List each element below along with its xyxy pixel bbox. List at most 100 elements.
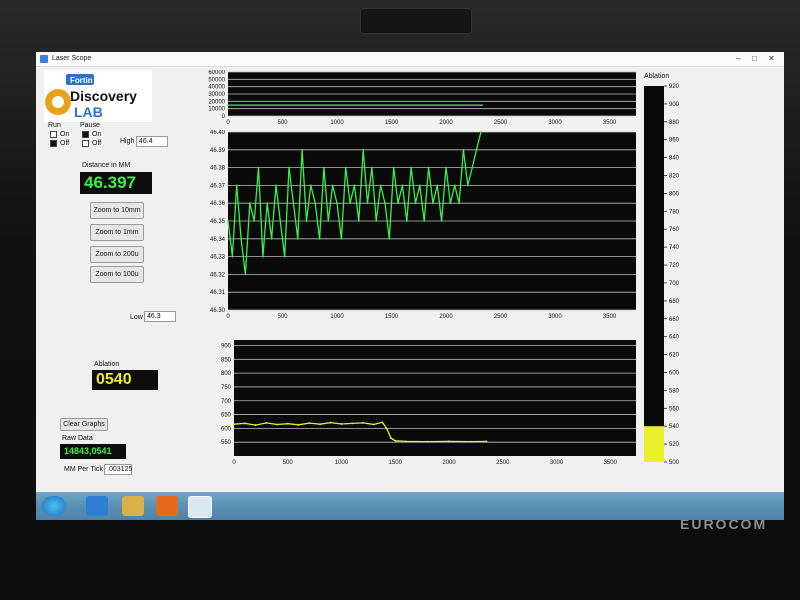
run-off-label: Off xyxy=(60,140,70,147)
data-point xyxy=(323,166,325,169)
data-point xyxy=(436,184,439,187)
y-tick-label: 900 xyxy=(221,344,232,350)
y-tick-label: 60000 xyxy=(208,70,225,76)
x-tick-label: 1500 xyxy=(389,460,403,466)
plot-area xyxy=(234,340,636,456)
data-point xyxy=(351,422,354,425)
minimize-button[interactable]: – xyxy=(736,54,740,63)
y-tick-label: 46.36 xyxy=(210,201,226,207)
low-label: Low xyxy=(130,314,143,321)
y-tick-label: 750 xyxy=(221,385,232,391)
data-point xyxy=(485,440,488,443)
close-button[interactable]: ✕ xyxy=(768,54,775,63)
data-point xyxy=(388,237,391,240)
data-point xyxy=(265,421,268,424)
meter-tick-label: 880 xyxy=(669,120,680,126)
x-tick-label: 500 xyxy=(277,120,288,126)
y-tick-label: 46.33 xyxy=(210,255,226,261)
raw-data-label: Raw Data xyxy=(62,435,93,442)
data-point xyxy=(318,237,321,240)
run-on-checkbox[interactable] xyxy=(50,131,57,138)
data-point xyxy=(296,237,299,240)
high-input[interactable]: 46.4 xyxy=(136,136,168,147)
mm-per-tick-input[interactable]: .003125 xyxy=(104,464,132,475)
high-label: High xyxy=(120,138,135,145)
pause-off-checkbox[interactable] xyxy=(82,140,89,147)
x-tick-label: 2000 xyxy=(439,314,453,320)
data-point xyxy=(305,220,308,222)
data-point xyxy=(292,202,295,205)
data-point xyxy=(414,202,417,205)
data-point xyxy=(392,166,395,169)
data-point xyxy=(266,202,269,205)
meter-tick-label: 680 xyxy=(669,299,680,305)
browser-icon[interactable] xyxy=(86,496,108,516)
data-point xyxy=(427,166,430,169)
x-tick-label: 2500 xyxy=(494,314,508,320)
data-point xyxy=(275,184,277,187)
zoom-10mm-button[interactable]: Zoom to 10mm xyxy=(90,202,144,219)
data-point xyxy=(375,220,378,222)
maximize-button[interactable]: □ xyxy=(752,54,757,63)
data-point xyxy=(270,237,273,240)
data-point xyxy=(449,202,452,205)
data-point xyxy=(479,131,482,133)
data-point xyxy=(462,148,465,151)
zoom-100u-button[interactable]: Zoom to 100u xyxy=(90,266,144,283)
clear-graphs-button[interactable]: Clear Graphs xyxy=(60,418,108,431)
media-player-icon[interactable] xyxy=(156,496,178,516)
data-point xyxy=(426,440,429,443)
y-tick-label: 46.37 xyxy=(210,183,226,189)
data-point xyxy=(445,166,447,169)
x-tick-label: 500 xyxy=(277,314,288,320)
data-point xyxy=(372,423,375,426)
mm-per-tick-label: MM Per Tick xyxy=(64,466,103,473)
data-point xyxy=(344,166,347,169)
x-tick-label: 1500 xyxy=(385,314,399,320)
app-icon xyxy=(40,55,48,63)
x-tick-label: 1000 xyxy=(330,120,344,126)
system-clock[interactable] xyxy=(696,496,756,516)
data-point xyxy=(244,273,247,276)
run-label: Run xyxy=(48,122,61,129)
ablation-chart: 550 600 650 700 750 800 850 900 0 500 1000 1500 2000… xyxy=(221,340,636,466)
x-tick-label: 2000 xyxy=(442,460,456,466)
data-point xyxy=(384,202,386,205)
zoom-200u-button[interactable]: Zoom to 200u xyxy=(90,246,144,263)
x-tick-label: 2000 xyxy=(439,120,453,126)
webcam-icon xyxy=(360,8,472,34)
data-point xyxy=(453,184,456,187)
y-tick-label: 46.31 xyxy=(210,290,226,296)
y-tick-label: 30000 xyxy=(208,92,225,98)
ablation-meter-title: Ablation xyxy=(644,73,670,80)
y-tick-label: 46.30 xyxy=(210,308,226,314)
data-point xyxy=(475,148,478,151)
meter-tick-label: 720 xyxy=(669,263,680,269)
pause-on-checkbox[interactable] xyxy=(82,131,89,138)
run-off-checkbox[interactable] xyxy=(50,140,57,147)
data-point xyxy=(319,423,321,426)
start-button-icon[interactable] xyxy=(42,496,66,516)
data-point xyxy=(235,184,238,187)
data-point xyxy=(227,104,229,107)
pause-label: Pause xyxy=(80,122,100,129)
ablation-meter: 500 520 540 560 580 600 620 640 660 680 700 720 740 7… xyxy=(644,84,680,466)
laser-scope-taskbar-icon[interactable] xyxy=(188,496,212,518)
y-tick-label: 700 xyxy=(221,399,232,405)
data-point xyxy=(440,220,443,222)
y-tick-label: 46.39 xyxy=(210,148,226,154)
x-tick-label: 3000 xyxy=(550,460,564,466)
data-point xyxy=(379,184,382,187)
x-tick-label: 3500 xyxy=(603,314,617,320)
folder-icon[interactable] xyxy=(122,496,144,516)
zoom-1mm-button[interactable]: Zoom to 1mm xyxy=(90,224,144,241)
x-tick-label: 0 xyxy=(226,120,230,126)
y-tick-label: 46.34 xyxy=(210,237,226,243)
data-point xyxy=(279,220,282,222)
x-tick-label: 2500 xyxy=(496,460,510,466)
data-point xyxy=(370,166,373,169)
data-point xyxy=(331,184,334,187)
data-point xyxy=(336,202,338,205)
y-tick-label: 800 xyxy=(221,371,232,377)
data-point xyxy=(362,421,364,424)
